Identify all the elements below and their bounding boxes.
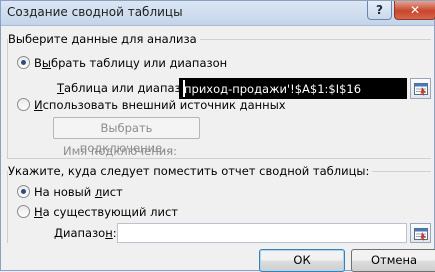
close-icon: ✕ <box>409 3 421 17</box>
connection-name-label: Имя подключения: <box>63 144 177 158</box>
location-range-label-pre: Диапазо <box>54 226 106 240</box>
location-range-label-accel: н <box>105 226 113 240</box>
existing-sheet-label-post: а существующий лист <box>42 205 178 219</box>
table-range-value: приход-продажи'!$A$1:$I$16 <box>184 82 362 96</box>
existing-sheet-label-accel: Н <box>34 205 43 219</box>
external-source-radio[interactable] <box>17 98 30 111</box>
table-range-label-accel: Т <box>57 81 65 95</box>
placement-legend: Укажите, куда следует поместить отчет св… <box>8 164 373 178</box>
title-bar: Создание сводной таблицы ? ✕ <box>1 1 435 26</box>
external-source-label-accel: И <box>34 98 43 112</box>
new-sheet-label-pre: На новый <box>34 185 95 199</box>
question-icon: ? <box>376 3 383 17</box>
new-sheet-label[interactable]: На новый лист <box>34 185 123 199</box>
text-cursor <box>183 80 185 97</box>
select-range-label[interactable]: Выбрать таблицу или диапазон <box>34 56 227 70</box>
select-range-label-accel: ы <box>41 56 51 70</box>
dialog-title: Создание сводной таблицы <box>7 5 183 19</box>
location-collapse-button[interactable] <box>410 223 431 243</box>
collapse-dialog-icon <box>414 83 428 96</box>
external-source-label-post: спользовать внешний источник данных <box>42 98 286 112</box>
create-pivot-table-dialog: Создание сводной таблицы ? ✕ Выберите да… <box>0 0 435 272</box>
data-source-legend: Выберите данные для анализа <box>8 32 200 46</box>
close-button[interactable]: ✕ <box>394 1 435 20</box>
existing-sheet-label[interactable]: На существующий лист <box>34 205 178 219</box>
external-source-label[interactable]: Использовать внешний источник данных <box>34 98 286 112</box>
location-range-input[interactable] <box>117 223 407 243</box>
existing-sheet-radio[interactable] <box>17 205 30 218</box>
table-range-label: Таблица или диапазон: <box>57 81 199 95</box>
table-range-input[interactable]: приход-продажи'!$A$1:$I$16 <box>179 78 407 99</box>
select-range-label-pre: В <box>34 56 42 70</box>
location-range-label: Диапазон: <box>54 226 117 240</box>
ok-button[interactable]: ОК <box>259 249 345 272</box>
new-sheet-label-post: ист <box>102 185 123 199</box>
new-sheet-radio[interactable] <box>17 185 30 198</box>
select-range-radio[interactable] <box>17 56 30 69</box>
help-button[interactable]: ? <box>367 1 392 20</box>
select-range-label-post: брать таблицу или диапазон <box>50 56 228 70</box>
collapse-dialog-icon <box>414 228 428 241</box>
range-collapse-button[interactable] <box>410 78 431 99</box>
cancel-button[interactable]: Отмена <box>351 249 435 272</box>
choose-connection-button[interactable]: Выбрать подключение... <box>53 117 200 155</box>
